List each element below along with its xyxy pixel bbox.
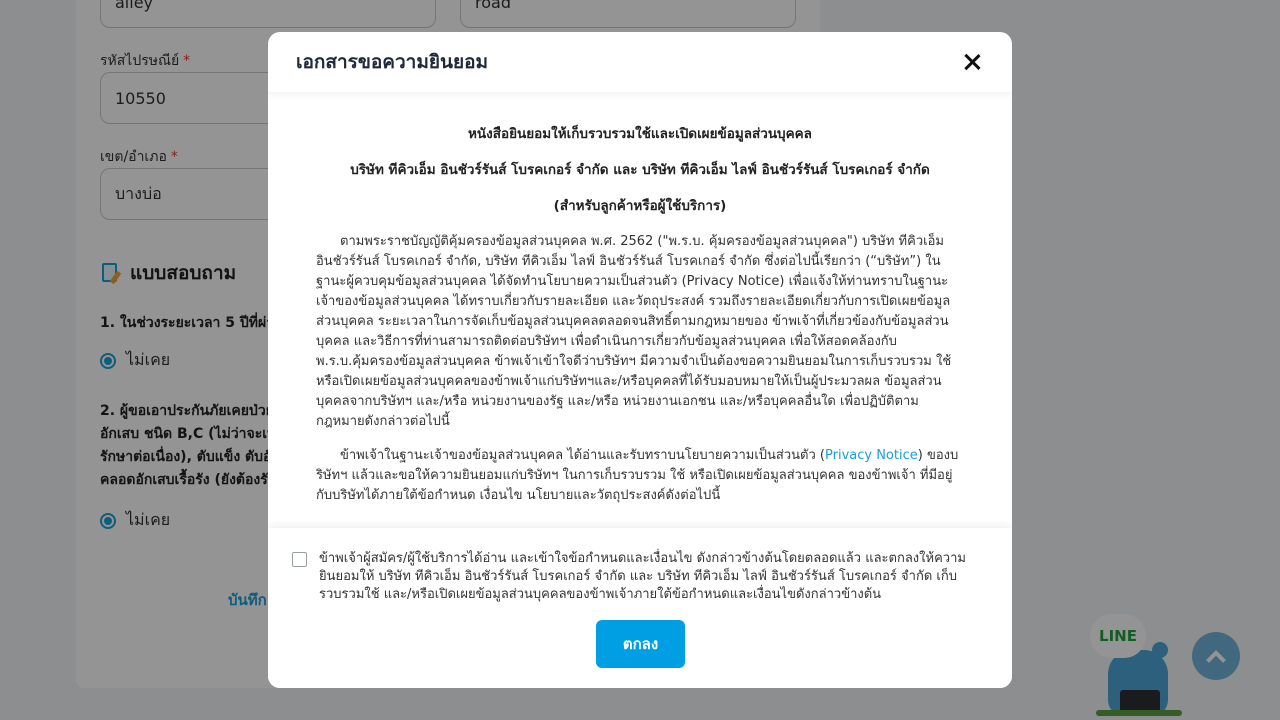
consent-modal: เอกสารขอความยินยอม หนังสือยินยอมให้เก็บร… [268,32,1012,688]
doc-heading-1: หนังสือยินยอมให้เก็บรวบรวมใช้และเปิดเผยข… [468,126,812,142]
consent-checkbox[interactable] [292,552,307,567]
modal-header: เอกสารขอความยินยอม [268,32,1012,92]
modal-title: เอกสารขอความยินยอม [296,51,489,73]
modal-body[interactable]: หนังสือยินยอมให้เก็บรวบรวมใช้และเปิดเผยข… [268,92,1012,528]
agree-button[interactable]: ตกลง [596,620,685,668]
doc-heading-2: บริษัท ทีคิวเอ็ม อินชัวร์รันส์ โบรคเกอร์… [350,162,930,178]
close-icon[interactable] [960,50,984,74]
modal-footer: ข้าพเจ้าผู้สมัคร/ผู้ใช้บริการได้อ่าน และ… [268,528,1012,688]
consent-text: ข้าพเจ้าผู้สมัคร/ผู้ใช้บริการได้อ่าน และ… [319,551,966,602]
doc-heading-3: (สำหรับลูกค้าหรือผู้ใช้บริการ) [553,198,727,214]
paragraph-1: ตามพระราชบัญญัติคุ้มครองข้อมูลส่วนบุคคล … [316,234,952,429]
paragraph-2-text: ข้าพเจ้าในฐานะเจ้าของข้อมูลส่วนบุคคล ได้… [340,448,825,463]
privacy-notice-link[interactable]: Privacy Notice [825,448,918,463]
consent-checkbox-row[interactable]: ข้าพเจ้าผู้สมัคร/ผู้ใช้บริการได้อ่าน และ… [292,550,972,604]
paragraph-2: ข้าพเจ้าในฐานะเจ้าของข้อมูลส่วนบุคคล ได้… [316,446,964,506]
